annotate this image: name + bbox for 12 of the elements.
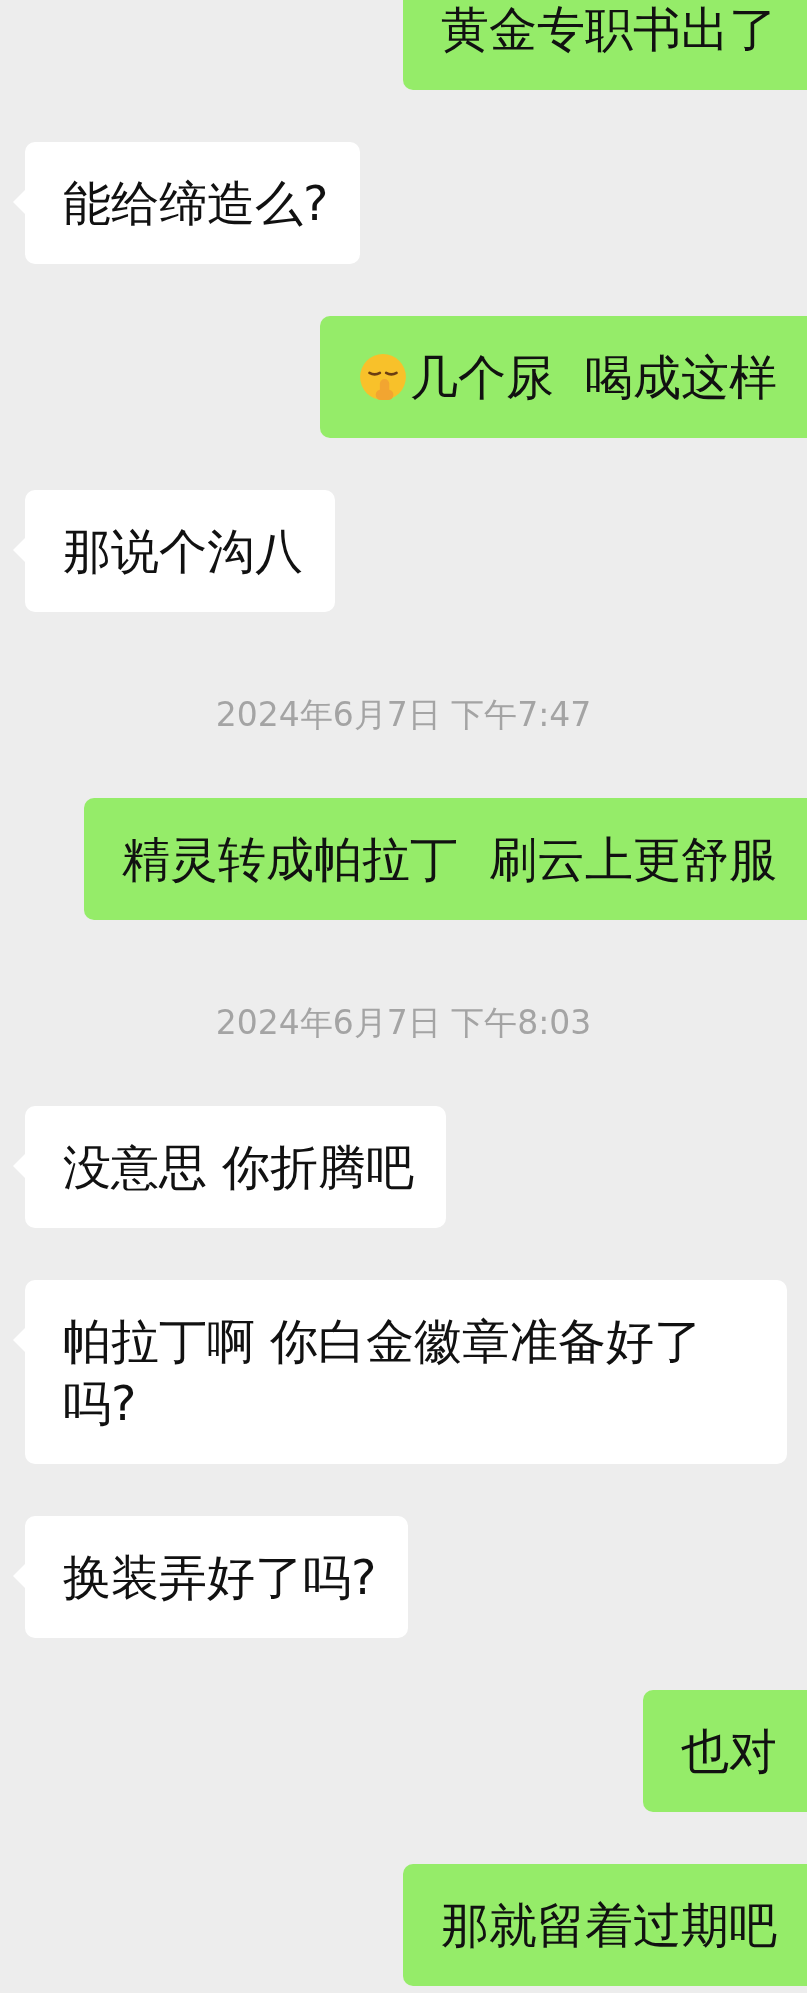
message-text: 也对 xyxy=(681,1722,777,1781)
message-text: 帕拉丁啊 你白金徽章准备好了吗? xyxy=(63,1312,704,1433)
timestamp: 2024年6月7日 下午7:47 xyxy=(214,695,593,735)
message-text: 几个尿 喝成这样 xyxy=(410,348,777,407)
message-text: 能给缔造么? xyxy=(63,174,329,233)
message-text: 没意思 你折腾吧 xyxy=(63,1138,415,1197)
message-text: 黄金专职书出了 xyxy=(441,0,777,59)
message-text: 那就留着过期吧 xyxy=(441,1896,777,1955)
message-text: 精灵转成帕拉丁 刷云上更舒服 xyxy=(122,830,777,889)
timestamp: 2024年6月7日 下午8:03 xyxy=(214,1003,593,1043)
message-text: 那说个沟八 xyxy=(63,522,303,581)
message-text: 换装弄好了吗? xyxy=(63,1548,377,1607)
